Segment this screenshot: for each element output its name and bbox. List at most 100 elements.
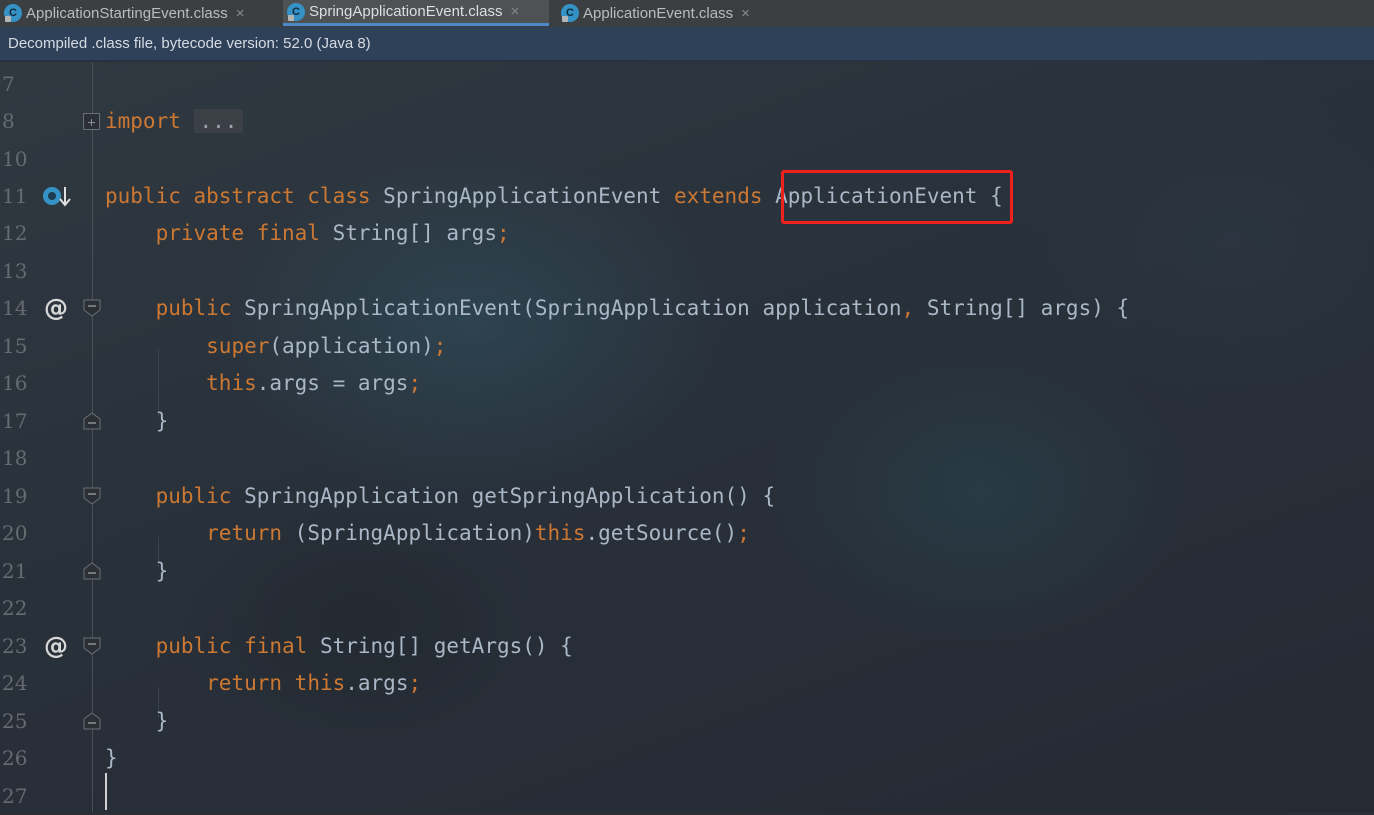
code-line: 24 return this.args; [0,665,1374,702]
this-keyword: this [206,371,257,395]
line-number: 22 [2,596,28,620]
code-line: 21 } [0,553,1374,590]
class-close-brace: } [105,746,118,770]
super-call-args: (application) [269,334,434,358]
class-name: SpringApplicationEvent [383,184,662,208]
super-keyword: super [206,334,270,358]
constructor-signature: SpringApplicationEvent(SpringApplication… [244,296,902,320]
tab-application-event[interactable]: C ApplicationEvent.class × [557,0,772,26]
line-number: 15 [2,334,28,358]
code-line: 18 [0,440,1374,477]
return-keyword: return [206,671,283,695]
code-line: 8 + import ... [0,103,1374,140]
extends-keyword: extends [673,184,763,208]
tab-label: ApplicationEvent.class [583,4,734,22]
code-line: 23 @ public final String[] getArgs() { [0,628,1374,665]
semicolon: ; [433,334,447,358]
override-marker-icon[interactable]: @ [44,628,68,665]
line-number: 11 [2,184,28,208]
method-signature: String[] getArgs() { [319,634,573,658]
code-line: 10 [0,141,1374,178]
class-icon: C [4,4,22,22]
code-line: 13 [0,253,1374,290]
close-icon[interactable]: × [236,5,245,22]
constructor-params: String[] args) { [926,296,1130,320]
code-line: 11 public abstract class SpringApplicati… [0,178,1374,215]
method-modifier: public [155,484,232,508]
semicolon: ; [408,371,422,395]
constructor-modifier: public [155,296,232,320]
line-number: 12 [2,221,28,245]
class-modifiers: public abstract class [105,184,371,208]
fold-collapse-icon[interactable] [83,637,101,655]
code-line: 7 [0,66,1374,103]
tab-label: ApplicationStartingEvent.class [26,4,228,22]
tab-spring-application-event[interactable]: C SpringApplicationEvent.class × [283,0,549,26]
return-keyword: return [206,521,283,545]
line-number: 21 [2,559,28,583]
code-line: 26 } [0,740,1374,777]
editor-tab-bar: C ApplicationStartingEvent.class × C Spr… [0,0,1374,28]
cast-expression: (SpringApplication) [294,521,535,545]
line-number: 17 [2,409,28,433]
decompiled-notice-bar: Decompiled .class file, bytecode version… [0,27,1374,61]
line-number: 8 [2,109,15,133]
fold-expand-icon[interactable]: + [83,113,100,130]
line-number: 20 [2,521,28,545]
field-declaration: String[] args [332,221,497,245]
code-line: 19 public SpringApplication getSpringApp… [0,478,1374,515]
field-modifiers: private final [155,221,320,245]
code-line: 22 [0,590,1374,627]
close-icon[interactable]: × [741,5,750,22]
override-marker-icon[interactable]: @ [44,290,68,327]
fold-end-icon[interactable] [83,562,101,580]
line-number: 18 [2,446,28,470]
field-access: .args [345,671,409,695]
line-number: 7 [2,72,15,96]
code-line: 20 return (SpringApplication)this.getSou… [0,515,1374,552]
code-line: 16 this.args = args; [0,365,1374,402]
code-line: 15 super(application); [0,328,1374,365]
assignment: .args = args [256,371,409,395]
text-caret [105,773,107,810]
class-icon: C [287,2,305,21]
fold-collapse-icon[interactable] [83,487,101,505]
class-icon: C [561,4,579,22]
fold-end-icon[interactable] [83,712,101,730]
line-number: 27 [2,784,28,808]
code-line: 25 } [0,703,1374,740]
line-number: 25 [2,709,28,733]
code-line: 12 private final String[] args; [0,215,1374,252]
code-line-current: 27 [0,778,1374,815]
line-number: 16 [2,371,28,395]
method-call: .getSource() [585,521,738,545]
import-keyword: import [105,109,181,133]
semicolon: ; [496,221,510,245]
code-line: 14 @ public SpringApplicationEvent(Sprin… [0,290,1374,327]
close-brace: } [155,409,169,433]
close-brace: } [155,709,169,733]
highlight-annotation-box [781,170,1013,224]
method-modifiers: public final [155,634,308,658]
close-icon[interactable]: × [510,3,519,20]
line-number: 14 [2,296,28,320]
comma: , [901,296,915,320]
line-number: 26 [2,746,28,770]
folded-imports[interactable]: ... [193,109,244,133]
line-number: 13 [2,259,28,283]
decompiled-notice-text: Decompiled .class file, bytecode version… [8,35,371,52]
implemented-subclass-icon[interactable] [42,184,72,212]
fold-end-icon[interactable] [83,412,101,430]
code-editor[interactable]: 7 8 + import ... 10 11 public abstract c… [0,62,1374,812]
tab-application-starting-event[interactable]: C ApplicationStartingEvent.class × [0,0,275,26]
semicolon: ; [408,671,422,695]
this-keyword: this [294,671,346,695]
line-number: 19 [2,484,28,508]
fold-collapse-icon[interactable] [83,299,101,317]
line-number: 10 [2,147,28,171]
close-brace: } [155,559,169,583]
line-number: 24 [2,671,28,695]
line-number: 23 [2,634,28,658]
method-signature: SpringApplication getSpringApplication()… [244,484,776,508]
tab-label: SpringApplicationEvent.class [309,3,503,20]
